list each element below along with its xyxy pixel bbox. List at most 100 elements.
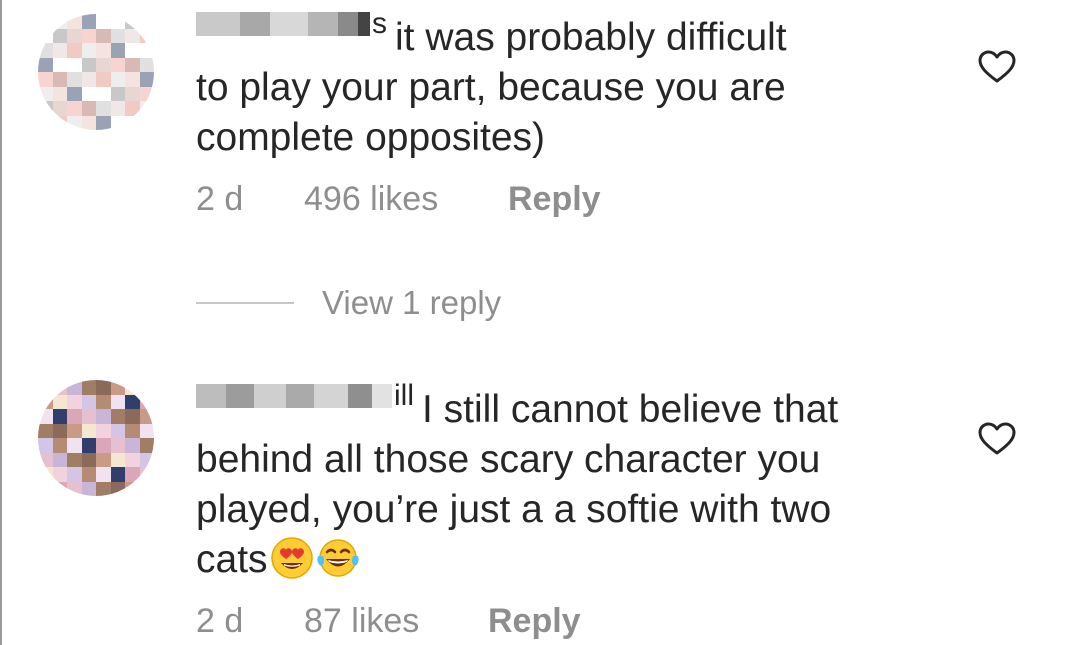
avatar-pixel: [96, 43, 111, 58]
reply-button[interactable]: Reply: [508, 180, 601, 219]
view-replies[interactable]: View 1 reply: [196, 284, 596, 324]
avatar[interactable]: [38, 380, 154, 496]
avatar-pixel: [38, 14, 53, 29]
avatar-pixel: [110, 115, 125, 130]
avatar-pixel: [125, 380, 140, 395]
avatar-pixel: [139, 438, 154, 453]
avatar-pixel: [110, 14, 125, 29]
avatar-pixel: [139, 394, 154, 409]
avatar-pixel: [38, 409, 53, 424]
username-tail: ill: [394, 379, 414, 412]
avatar-pixel: [125, 481, 140, 496]
avatar-pixel: [81, 423, 96, 438]
avatar-pixel: [125, 14, 140, 29]
avatar-pixel: [67, 380, 82, 395]
avatar-pixel: [81, 14, 96, 29]
avatar-pixel: [110, 423, 125, 438]
avatar-pixel: [139, 467, 154, 482]
avatar-pixel: [96, 438, 111, 453]
avatar-pixel: [52, 14, 67, 29]
avatar-pixel: [81, 72, 96, 87]
avatar-pixel: [52, 481, 67, 496]
avatar-pixel: [52, 452, 67, 467]
avatar-pixel: [52, 28, 67, 43]
comment-line: behind all those scary character you: [196, 438, 821, 481]
comment-text: ill I still cannot believe that behind a…: [196, 381, 916, 585]
avatar-pixel: [125, 72, 140, 87]
heart-eyes-emoji: [270, 537, 313, 579]
avatar-pixel: [81, 86, 96, 101]
avatar-pixel: [125, 86, 140, 101]
view-replies-label[interactable]: View 1 reply: [322, 284, 501, 322]
avatar-pixel: [67, 57, 82, 72]
avatar-pixel: [139, 101, 154, 116]
avatar-pixel: [38, 423, 53, 438]
like-heart-icon[interactable]: [978, 50, 1016, 84]
avatar-pixel: [125, 57, 140, 72]
avatar-pixel: [110, 467, 125, 482]
avatar-pixel: [38, 380, 53, 395]
avatar-pixel: [81, 409, 96, 424]
like-heart-icon[interactable]: [978, 422, 1016, 456]
avatar-pixel: [96, 86, 111, 101]
comment-line: complete opposites): [196, 116, 546, 159]
avatar-pixel: [139, 115, 154, 130]
avatar-pixel: [52, 101, 67, 116]
replies-divider: [196, 302, 294, 304]
avatar-pixel: [81, 452, 96, 467]
avatar-pixel: [67, 394, 82, 409]
avatar-pixel: [139, 423, 154, 438]
comments-screen: s it was probably difficult to play your…: [0, 0, 1080, 645]
avatar-pixel: [125, 115, 140, 130]
comment-age: 2 d: [196, 602, 244, 640]
avatar-pixel: [38, 43, 53, 58]
comment-line: played, you’re just a a softie with two: [196, 488, 832, 531]
avatar-pixel: [139, 86, 154, 101]
avatar-pixel: [139, 28, 154, 43]
avatar-pixel: [67, 467, 82, 482]
avatar-pixel: [139, 452, 154, 467]
avatar-pixel: [125, 438, 140, 453]
avatar-pixel: [110, 43, 125, 58]
avatar-pixel: [67, 423, 82, 438]
avatar-pixel: [110, 57, 125, 72]
avatar-pixel: [125, 423, 140, 438]
avatar-pixel: [81, 57, 96, 72]
avatar-pixel: [96, 28, 111, 43]
username-tail: s: [372, 7, 387, 40]
avatar-pixel: [110, 438, 125, 453]
avatar-pixel: [81, 380, 96, 395]
avatar-pixel: [125, 467, 140, 482]
avatar-pixel: [52, 394, 67, 409]
avatar-pixel: [139, 481, 154, 496]
avatar-pixel: [52, 438, 67, 453]
avatar-pixel: [81, 101, 96, 116]
avatar-pixel: [110, 86, 125, 101]
avatar-pixel: [96, 115, 111, 130]
like-count[interactable]: 496 likes: [304, 180, 438, 219]
like-count[interactable]: 87 likes: [304, 602, 419, 641]
username-redacted[interactable]: ill: [196, 381, 414, 411]
avatar-pixel: [125, 409, 140, 424]
avatar-pixel: [139, 409, 154, 424]
reply-button[interactable]: Reply: [488, 602, 581, 641]
avatar-pixel: [52, 409, 67, 424]
avatar-pixel: [67, 481, 82, 496]
avatar-pixel: [96, 409, 111, 424]
avatar-pixel: [81, 481, 96, 496]
username-redacted[interactable]: s: [196, 9, 387, 39]
avatar-pixel: [67, 101, 82, 116]
avatar-pixel: [139, 14, 154, 29]
avatar-pixel: [110, 72, 125, 87]
avatar-pixel: [52, 115, 67, 130]
comment-line: it was probably difficult: [395, 16, 787, 59]
avatar-pixel: [67, 43, 82, 58]
avatar-pixel: [38, 438, 53, 453]
avatar-pixel: [110, 481, 125, 496]
avatar-pixel: [139, 43, 154, 58]
avatar-pixel: [81, 43, 96, 58]
avatar-pixel: [81, 28, 96, 43]
avatar-pixel: [125, 394, 140, 409]
avatar-pixel: [81, 438, 96, 453]
avatar[interactable]: [38, 14, 154, 130]
